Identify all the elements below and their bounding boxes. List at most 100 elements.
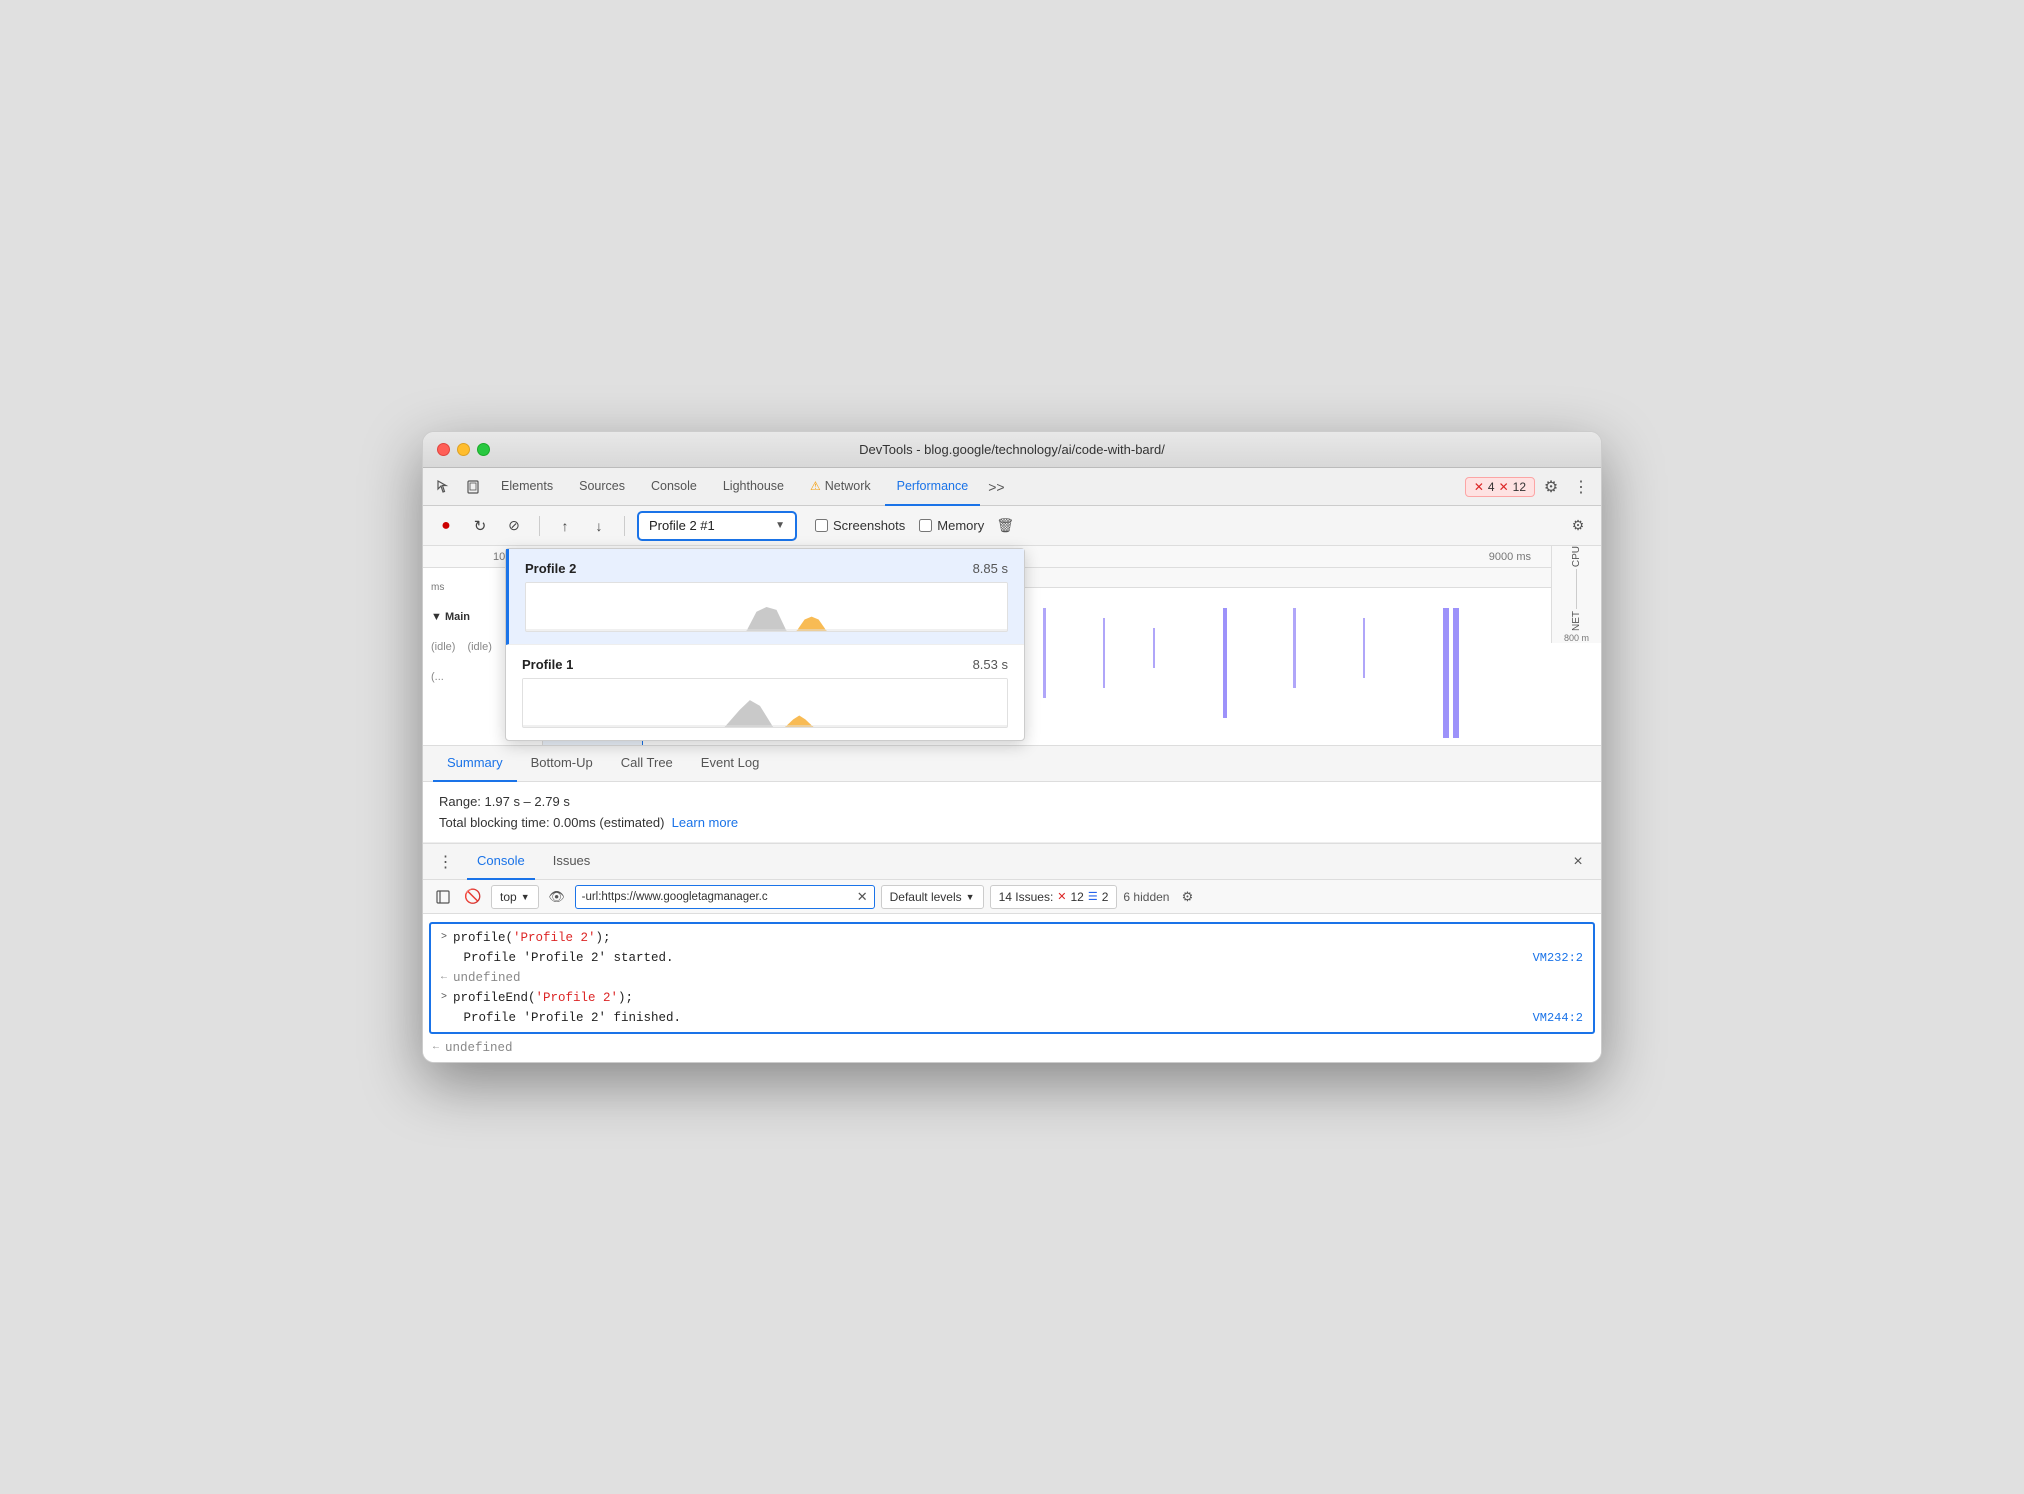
profile-item-1[interactable]: Profile 1 8.53 s xyxy=(506,645,1024,740)
filter-clear-icon[interactable]: ✕ xyxy=(857,889,868,905)
reload-record-button[interactable]: ↻ xyxy=(467,513,493,539)
issues-count-badge[interactable]: 14 Issues: ✕ 12 ☰ 2 xyxy=(990,885,1118,909)
error-badge[interactable]: ✕ 4 ✕ 12 xyxy=(1465,477,1535,497)
log-levels-dropdown[interactable]: Default levels ▼ xyxy=(881,885,984,909)
console-content: > profile('Profile 2'); Profile 'Profile… xyxy=(423,914,1601,1062)
screenshots-input[interactable] xyxy=(815,519,828,532)
memory-checkbox[interactable]: Memory xyxy=(919,518,984,533)
tab-event-log[interactable]: Event Log xyxy=(687,746,774,782)
window-title: DevTools - blog.google/technology/ai/cod… xyxy=(859,442,1165,457)
net-value: 800 m xyxy=(1564,633,1589,643)
minimize-button[interactable] xyxy=(457,443,470,456)
maximize-button[interactable] xyxy=(477,443,490,456)
screenshots-checkbox[interactable]: Screenshots xyxy=(815,518,905,533)
console-tab[interactable]: Console xyxy=(467,844,535,880)
more-tabs-button[interactable]: >> xyxy=(982,468,1010,506)
traffic-lights xyxy=(437,443,490,456)
download-button[interactable]: ↓ xyxy=(586,513,612,539)
perf-settings-button[interactable]: ⚙ xyxy=(1565,513,1591,539)
error-icon: ✕ xyxy=(1474,480,1484,494)
sidebar-toggle-button[interactable] xyxy=(431,885,455,909)
console-filter-input[interactable]: -url:https://www.googletagmanager.c ✕ xyxy=(575,885,875,909)
more-options-button[interactable]: ⋮ xyxy=(1567,473,1595,501)
devtools-window: DevTools - blog.google/technology/ai/cod… xyxy=(422,431,1602,1063)
task-bar-major-end2 xyxy=(1453,608,1459,738)
cpu-net-area: CPU NET 800 m xyxy=(1551,546,1601,643)
range-text: Range: 1.97 s – 2.79 s xyxy=(439,794,1585,809)
analysis-tabs: Summary Bottom-Up Call Tree Event Log xyxy=(423,746,1601,782)
profile-dropdown[interactable]: Profile 2 #1 ▼ xyxy=(637,511,797,541)
final-arrow: ← xyxy=(433,1039,439,1057)
clear-console-button[interactable]: 🚫 xyxy=(461,885,485,909)
vm232-link[interactable]: VM232:2 xyxy=(1533,949,1583,967)
vm244-link[interactable]: VM244:2 xyxy=(1533,1009,1583,1027)
devtools-tabbar: Elements Sources Console Lighthouse ⚠ Ne… xyxy=(423,468,1601,506)
record-button[interactable]: ● xyxy=(433,513,459,539)
console-toolbar: 🚫 top ▼ 👁 -url:https://www.googletagmana… xyxy=(423,880,1601,914)
clear-button[interactable]: ⊘ xyxy=(501,513,527,539)
command-arrow: > xyxy=(441,929,447,947)
cpu-label: CPU xyxy=(1571,546,1582,567)
close-console-button[interactable]: × xyxy=(1565,849,1591,875)
final-text: undefined xyxy=(445,1039,513,1057)
inspect-icon[interactable] xyxy=(429,473,457,501)
context-dropdown-arrow: ▼ xyxy=(521,892,530,902)
command-arrow-2: > xyxy=(441,989,447,1007)
warning-count-icon: ✕ xyxy=(1499,480,1509,494)
blocking-time-text: Total blocking time: 0.00ms (estimated) … xyxy=(439,815,1585,830)
profile-2-chart xyxy=(525,582,1008,632)
net-label: NET xyxy=(1571,611,1582,631)
task-bar xyxy=(1363,618,1365,678)
result-arrow: ← xyxy=(441,969,447,987)
hidden-count[interactable]: 6 hidden xyxy=(1123,890,1169,904)
task-bar xyxy=(1293,608,1296,688)
ruler-mark-9000: 9000 ms xyxy=(1489,551,1531,563)
settings-button[interactable]: ⚙ xyxy=(1537,473,1565,501)
output-text: Profile 'Profile 2' started. xyxy=(441,949,674,967)
issues-tab[interactable]: Issues xyxy=(543,844,601,880)
task-bar xyxy=(1103,618,1105,688)
result-text: undefined xyxy=(453,969,521,987)
log-levels-arrow: ▼ xyxy=(966,892,975,902)
tab-bottom-up[interactable]: Bottom-Up xyxy=(517,746,607,782)
checkbox-group: Screenshots Memory xyxy=(815,518,984,533)
info-count-icon: ☰ xyxy=(1088,890,1098,903)
task-bar xyxy=(1043,608,1046,698)
tab-network[interactable]: ⚠ Network xyxy=(798,468,883,506)
delete-profile-button[interactable]: 🗑 xyxy=(992,513,1018,539)
console-settings-button[interactable]: ⚙ xyxy=(1175,885,1199,909)
context-dropdown[interactable]: top ▼ xyxy=(491,885,539,909)
task-bar-major-end xyxy=(1443,608,1449,738)
upload-button[interactable]: ↑ xyxy=(552,513,578,539)
console-line: > profileEnd('Profile 2'); xyxy=(431,988,1593,1008)
console-line: > profile('Profile 2'); xyxy=(431,928,1593,948)
dropdown-arrow-icon: ▼ xyxy=(775,520,785,531)
tab-console[interactable]: Console xyxy=(639,468,709,506)
console-line: Profile 'Profile 2' started. VM232:2 xyxy=(431,948,1593,968)
tab-sources[interactable]: Sources xyxy=(567,468,637,506)
titlebar: DevTools - blog.google/technology/ai/cod… xyxy=(423,432,1601,468)
console-line: Profile 'Profile 2' finished. VM244:2 xyxy=(431,1008,1593,1028)
console-menu-button[interactable]: ⋮ xyxy=(433,849,459,875)
learn-more-link[interactable]: Learn more xyxy=(672,815,738,830)
profile-item-2[interactable]: Profile 2 8.85 s xyxy=(506,549,1024,645)
console-line: ← undefined xyxy=(431,968,1593,988)
tab-summary[interactable]: Summary xyxy=(433,746,517,782)
device-icon[interactable] xyxy=(459,473,487,501)
task-bar-major xyxy=(1223,608,1227,718)
profile-dropdown-menu: Profile 2 8.85 s Profile 1 xyxy=(505,548,1025,741)
tab-elements[interactable]: Elements xyxy=(489,468,565,506)
eye-button[interactable]: 👁 xyxy=(545,885,569,909)
close-button[interactable] xyxy=(437,443,450,456)
tab-call-tree[interactable]: Call Tree xyxy=(607,746,687,782)
perf-toolbar: ● ↻ ⊘ ↑ ↓ Profile 2 #1 ▼ Screenshots Mem… xyxy=(423,506,1601,546)
toolbar-divider-2 xyxy=(624,516,625,536)
error-count-icon: ✕ xyxy=(1057,890,1066,903)
tab-lighthouse[interactable]: Lighthouse xyxy=(711,468,796,506)
memory-input[interactable] xyxy=(919,519,932,532)
output-text-2: Profile 'Profile 2' finished. xyxy=(441,1009,681,1027)
warning-icon: ⚠ xyxy=(810,479,821,493)
console-group: > profile('Profile 2'); Profile 'Profile… xyxy=(429,922,1595,1034)
console-line-final: ← undefined xyxy=(423,1038,1601,1058)
tab-performance[interactable]: Performance xyxy=(885,468,981,506)
